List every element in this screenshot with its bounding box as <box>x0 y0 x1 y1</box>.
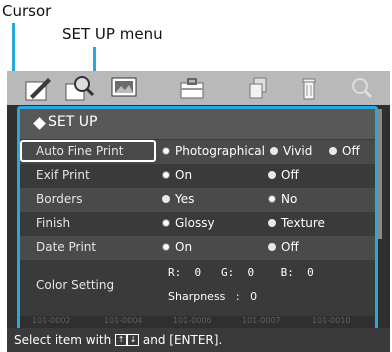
edit-icon[interactable] <box>24 73 54 103</box>
copy-icon[interactable] <box>244 73 274 103</box>
down-arrow-icon: ↓ <box>127 333 140 346</box>
status-message: Select item with ↑ ↓ and [ENTER]. <box>14 333 223 347</box>
setup-menu-annotation-label: SET UP menu <box>62 25 163 43</box>
zoom-icon[interactable] <box>347 73 377 103</box>
search-zoom-icon[interactable] <box>64 73 94 103</box>
trash-icon[interactable] <box>294 73 324 103</box>
scrollbar[interactable] <box>378 109 382 239</box>
setup-menu-frame <box>17 106 378 346</box>
toolbox-icon[interactable] <box>177 73 207 103</box>
status-bar: Select item with ↑ ↓ and [ENTER]. <box>7 328 390 352</box>
cursor-annotation-label: Cursor <box>2 2 52 20</box>
image-icon[interactable] <box>109 73 139 103</box>
up-arrow-icon: ↑ <box>115 333 128 346</box>
toolbar <box>7 71 390 105</box>
